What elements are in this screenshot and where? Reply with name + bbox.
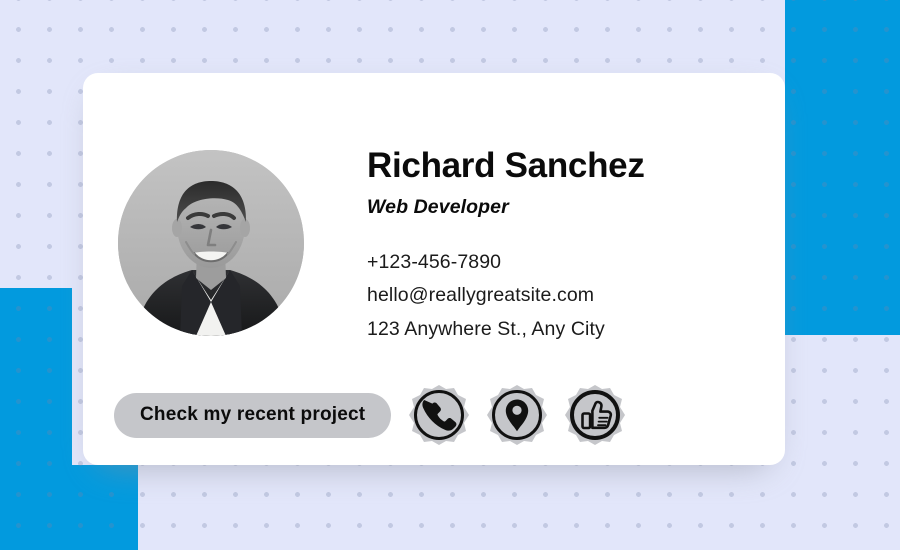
- social-icon-group: [408, 384, 626, 446]
- contact-email: hello@reallygreatsite.com: [367, 284, 595, 307]
- contact-phone: +123-456-7890: [367, 250, 502, 273]
- contact-info-block: Richard Sanchez Web Developer +123-456-7…: [367, 146, 767, 347]
- location-pin-icon[interactable]: [486, 384, 548, 446]
- check-recent-project-button[interactable]: Check my recent project: [114, 392, 392, 438]
- business-card-mockup: Richard Sanchez Web Developer +123-456-7…: [0, 0, 900, 550]
- thumbs-up-icon[interactable]: [564, 384, 626, 446]
- contact-list: +123-456-7890 hello@reallygreatsite.com …: [367, 246, 767, 347]
- avatar: [118, 150, 304, 336]
- page-title: Richard Sanchez: [367, 146, 645, 185]
- action-row: Check my recent project: [114, 384, 626, 446]
- job-title: Web Developer: [367, 195, 509, 218]
- phone-icon[interactable]: [408, 384, 470, 446]
- business-card: Richard Sanchez Web Developer +123-456-7…: [83, 73, 785, 465]
- contact-address: 123 Anywhere St., Any City: [367, 317, 605, 340]
